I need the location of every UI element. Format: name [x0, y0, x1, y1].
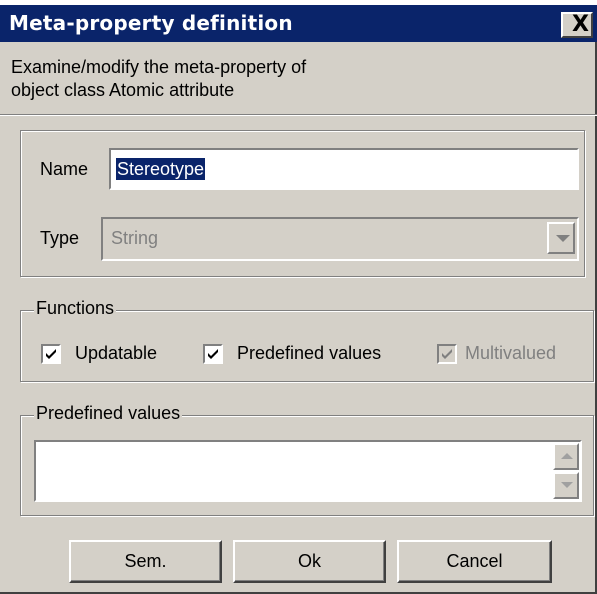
type-label: Type: [40, 228, 80, 248]
type-select[interactable]: String: [101, 217, 579, 261]
functions-legend: Functions: [34, 298, 117, 319]
check-icon: [46, 349, 56, 359]
predefined-values-textarea[interactable]: [34, 440, 582, 502]
title-bar[interactable]: Meta-property definition X: [0, 0, 597, 42]
scroll-up-button[interactable]: [553, 443, 579, 470]
close-button[interactable]: X: [561, 12, 593, 38]
scroll-down-button[interactable]: [553, 472, 579, 499]
window-title: Meta-property definition: [9, 11, 293, 35]
header-divider: [0, 114, 597, 116]
scroll-down-icon: [561, 482, 573, 488]
check-icon: [442, 349, 452, 359]
predefined-values-legend: Predefined values: [34, 403, 183, 424]
meta-property-dialog: Meta-property definition X Examine/modif…: [0, 0, 597, 594]
title-bar-top-edge: [0, 0, 597, 5]
name-input[interactable]: Stereotype: [109, 148, 579, 190]
cancel-button[interactable]: Cancel: [397, 540, 552, 583]
close-icon: X: [572, 12, 589, 37]
type-select-value: String: [111, 228, 159, 248]
updatable-label[interactable]: Updatable: [75, 343, 157, 364]
multivalued-label: Multivalued: [465, 343, 557, 363]
name-label: Name: [40, 159, 89, 179]
check-icon: [208, 349, 218, 359]
description-line-1: Examine/modify the meta-property of: [11, 57, 307, 77]
updatable-checkbox[interactable]: [41, 344, 61, 364]
predefined-values-label[interactable]: Predefined values: [237, 343, 381, 364]
description-text: Examine/modify the meta-property of obje…: [11, 56, 411, 102]
type-dropdown-button[interactable]: [547, 222, 575, 254]
description-line-2: object class Atomic attribute: [11, 80, 235, 100]
sem-button[interactable]: Sem.: [69, 540, 222, 583]
name-input-value: Stereotype: [116, 158, 206, 180]
predefined-values-checkbox[interactable]: [203, 344, 223, 364]
chevron-down-icon: [556, 235, 570, 242]
scroll-up-icon: [561, 453, 573, 459]
ok-button[interactable]: Ok: [233, 540, 386, 583]
multivalued-checkbox: [437, 344, 457, 364]
